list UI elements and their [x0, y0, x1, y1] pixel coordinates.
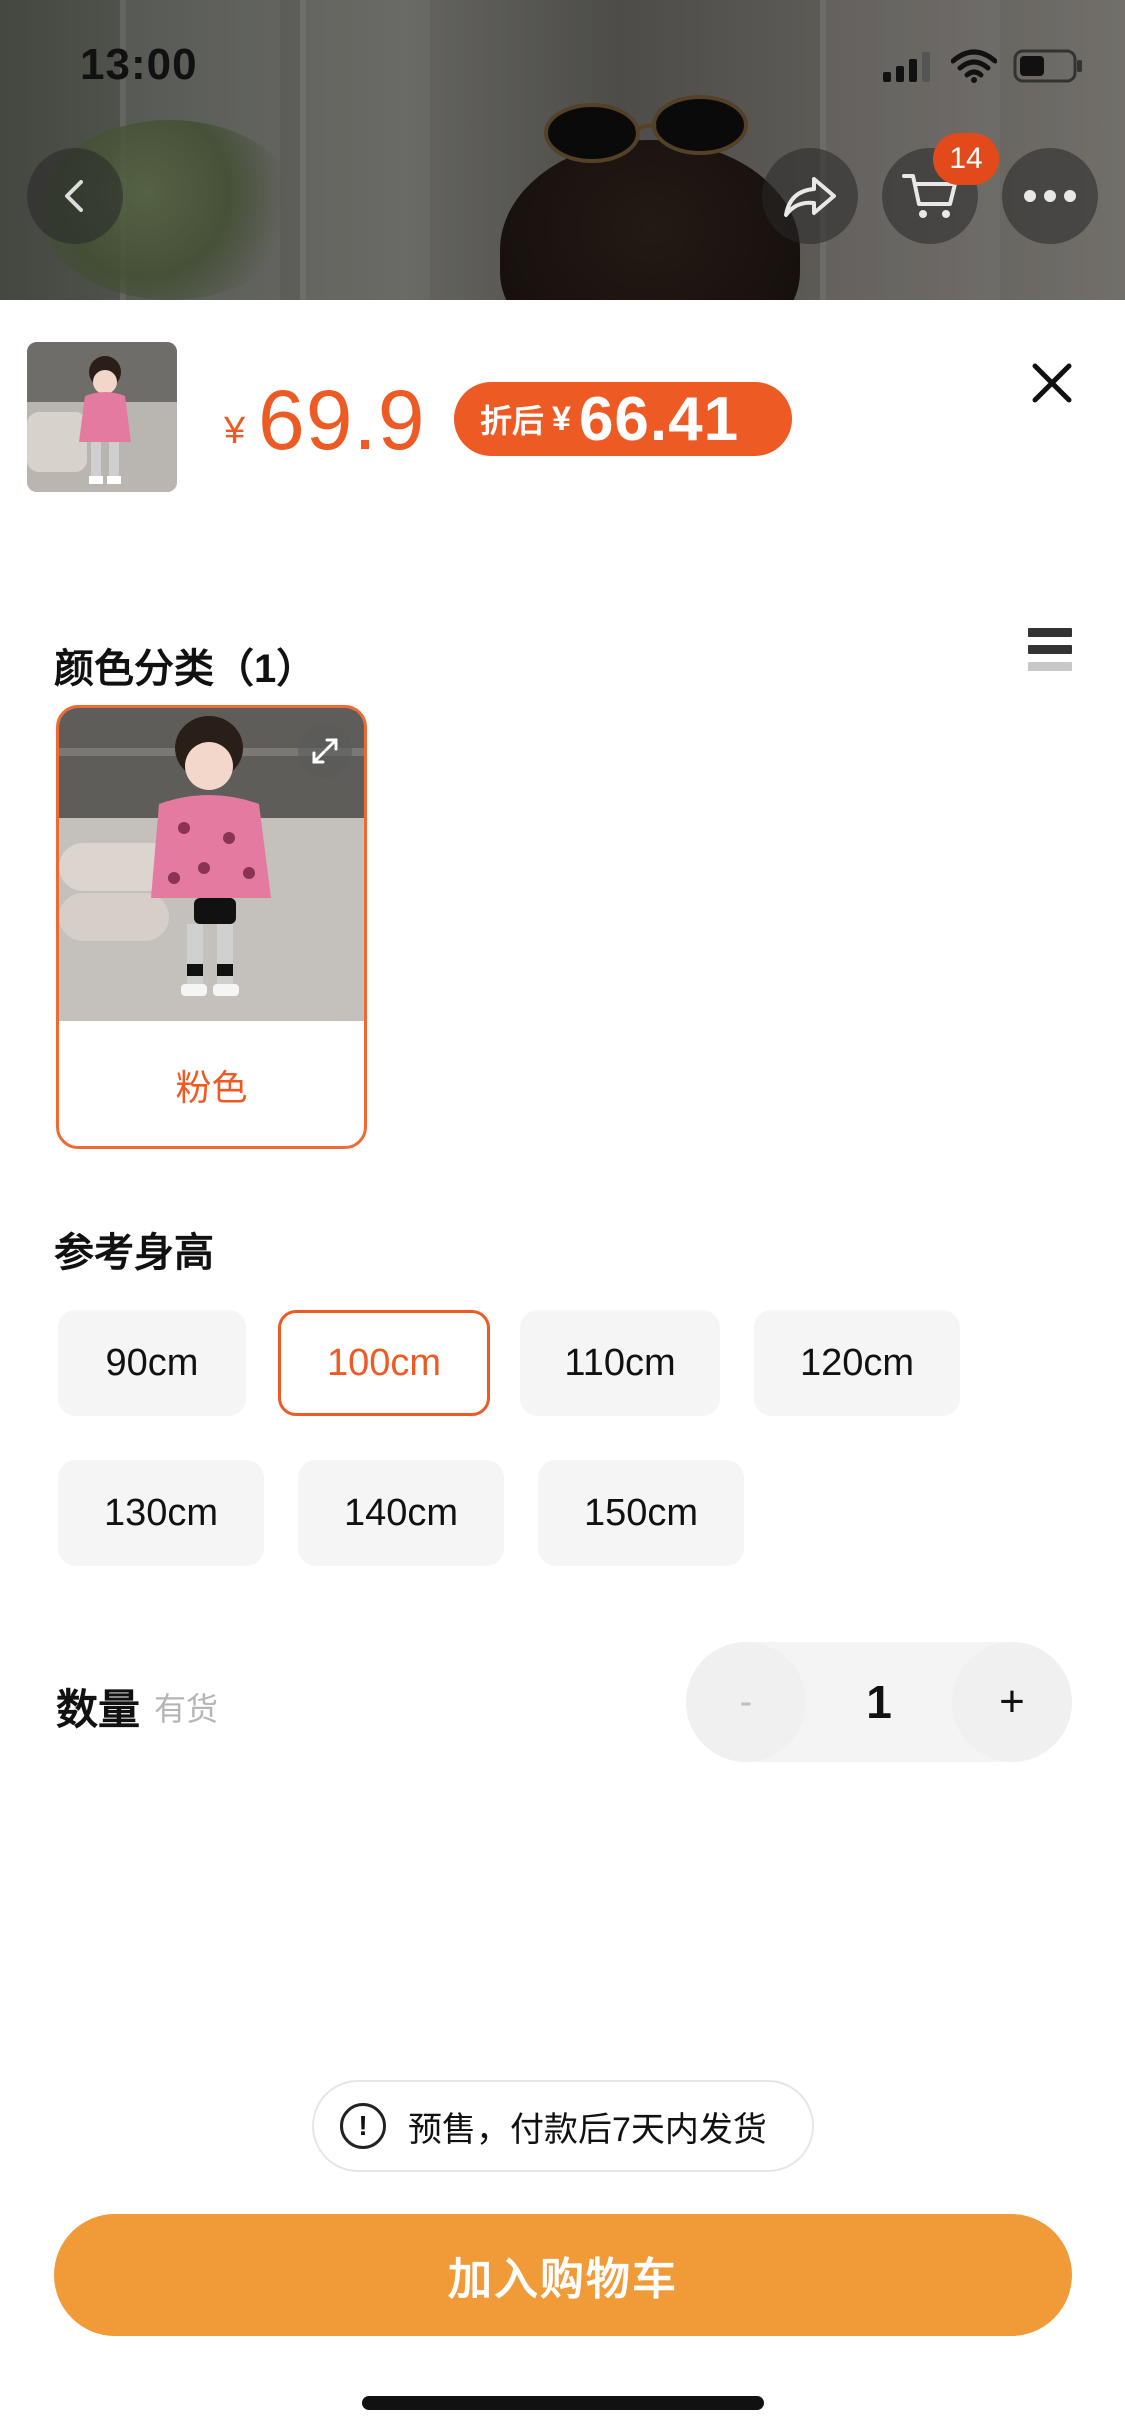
wifi-icon [951, 49, 997, 83]
quantity-label: 数量 [56, 1686, 141, 1733]
list-view-icon[interactable] [1028, 628, 1072, 676]
expand-arrows-icon [312, 738, 338, 764]
expand-icon[interactable] [298, 724, 352, 778]
home-indicator [362, 2396, 764, 2410]
discount-price-pill: 折后 ¥ 66.41 [454, 382, 792, 456]
share-icon [784, 177, 836, 217]
color-section-title: 颜色分类（1） [54, 647, 317, 691]
status-time: 13:00 [80, 40, 198, 89]
price-value: 69.9 [258, 373, 426, 467]
size-option-100cm[interactable]: 100cm [278, 1310, 490, 1416]
cart-count-badge: 14 [933, 133, 999, 185]
discount-label: 折后 [480, 403, 545, 439]
back-button[interactable] [27, 148, 123, 244]
color-option-label: 粉色 [175, 1067, 248, 1108]
size-option-90cm[interactable]: 90cm [58, 1310, 246, 1416]
size-section-title: 参考身高 [54, 1231, 214, 1275]
quantity-decrement-button[interactable]: - [686, 1642, 806, 1762]
price-currency: ¥ [224, 410, 246, 452]
more-dots-icon [1024, 190, 1076, 202]
stock-status: 有货 [154, 1691, 219, 1727]
quantity-value[interactable]: 1 [806, 1642, 952, 1762]
size-option-120cm[interactable]: 120cm [754, 1310, 960, 1416]
size-option-150cm[interactable]: 150cm [538, 1460, 744, 1566]
color-option-photo [59, 708, 364, 1021]
product-thumbnail-image [27, 342, 177, 492]
discount-currency: ¥ [552, 399, 571, 438]
size-option-140cm[interactable]: 140cm [298, 1460, 504, 1566]
presale-notice-text: 预售，付款后7天内发货 [408, 2110, 767, 2149]
quantity-increment-button[interactable]: + [952, 1642, 1072, 1762]
discount-price-value: 66.41 [578, 384, 740, 454]
product-thumbnail[interactable] [27, 342, 177, 492]
status-icons [883, 48, 1085, 84]
presale-notice: ! 预售，付款后7天内发货 [312, 2080, 814, 2172]
color-option-pink[interactable]: 粉色 [56, 705, 367, 1149]
chevron-left-icon [65, 180, 83, 212]
exclamation-icon: ! [340, 2103, 386, 2149]
add-to-cart-button[interactable]: 加入购物车 [54, 2214, 1072, 2336]
close-icon[interactable] [1027, 358, 1077, 408]
battery-icon [1013, 49, 1082, 83]
signal-icon [883, 52, 930, 82]
more-button[interactable] [1002, 148, 1098, 244]
size-option-130cm[interactable]: 130cm [58, 1460, 264, 1566]
share-button[interactable] [762, 148, 858, 244]
size-option-110cm[interactable]: 110cm [520, 1310, 720, 1416]
quantity-stepper: - 1 + [686, 1642, 1072, 1762]
